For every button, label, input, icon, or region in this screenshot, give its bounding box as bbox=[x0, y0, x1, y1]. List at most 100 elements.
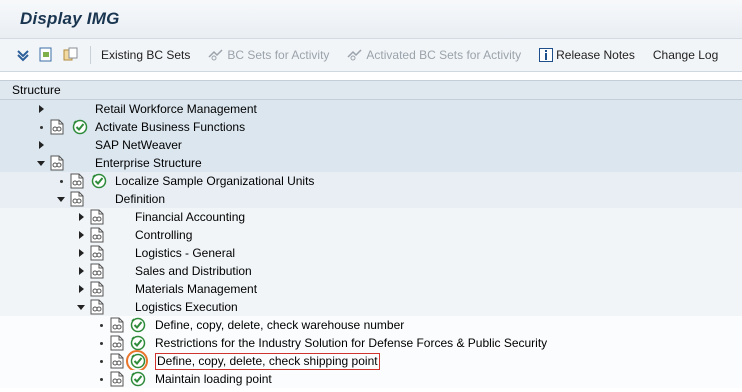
bc-sets-for-activity-button[interactable]: BC Sets for Activity bbox=[208, 48, 329, 62]
release-notes-button[interactable]: Release Notes bbox=[539, 48, 635, 62]
expand-arrow-icon[interactable] bbox=[36, 136, 46, 154]
expand-subtree-icon[interactable] bbox=[14, 46, 32, 64]
tree-node-label[interactable]: Materials Management bbox=[135, 280, 257, 298]
find-icon[interactable] bbox=[38, 46, 56, 64]
tree-node-label[interactable]: Definition bbox=[115, 190, 165, 208]
expand-arrow-icon[interactable] bbox=[36, 100, 46, 118]
tree-node[interactable]: Restrictions for the Industry Solution f… bbox=[0, 334, 742, 352]
leaf-bullet-icon bbox=[96, 352, 106, 370]
change-log-button[interactable]: Change Log bbox=[653, 48, 718, 62]
leaf-bullet-icon bbox=[36, 118, 46, 136]
tree-node[interactable]: Materials Management bbox=[0, 280, 742, 298]
tree-node[interactable]: Define, copy, delete, check warehouse nu… bbox=[0, 316, 742, 334]
bc-sets-for-activity-label: BC Sets for Activity bbox=[227, 48, 330, 62]
expand-arrow-icon[interactable] bbox=[76, 226, 86, 244]
collapse-arrow-icon[interactable] bbox=[76, 298, 86, 316]
tree-node[interactable]: Enterprise Structure bbox=[0, 154, 742, 172]
img-tree: Retail Workforce Management Activate Busi… bbox=[0, 100, 742, 388]
documentation-icon[interactable] bbox=[110, 335, 124, 351]
tree-node-label[interactable]: Sales and Distribution bbox=[135, 262, 252, 280]
leaf-bullet-icon bbox=[96, 370, 106, 388]
expand-arrow-icon[interactable] bbox=[76, 208, 86, 226]
structure-header-label: Structure bbox=[12, 83, 61, 97]
documentation-icon[interactable] bbox=[90, 299, 104, 315]
tree-node[interactable]: Logistics - General bbox=[0, 244, 742, 262]
marker-glyph bbox=[78, 267, 84, 275]
info-icon bbox=[539, 48, 554, 62]
tree-node-label[interactable]: Controlling bbox=[135, 226, 192, 244]
leaf-bullet-icon bbox=[96, 316, 106, 334]
marker-glyph bbox=[39, 125, 43, 129]
tree-node[interactable]: Retail Workforce Management bbox=[0, 100, 742, 118]
existing-bc-sets-label: Existing BC Sets bbox=[101, 48, 191, 62]
marker-glyph bbox=[38, 105, 44, 113]
spacer bbox=[0, 72, 742, 80]
tree-node[interactable]: Controlling bbox=[0, 226, 742, 244]
title-bar: Display IMG bbox=[0, 0, 742, 39]
activated-bc-sets-label: Activated BC Sets for Activity bbox=[366, 48, 522, 62]
documentation-icon[interactable] bbox=[90, 227, 104, 243]
tree-node[interactable]: SAP NetWeaver bbox=[0, 136, 742, 154]
leaf-bullet-icon bbox=[56, 172, 66, 190]
documentation-icon[interactable] bbox=[50, 119, 64, 135]
expand-arrow-icon[interactable] bbox=[76, 244, 86, 262]
documentation-icon[interactable] bbox=[90, 263, 104, 279]
tree-node-label[interactable]: Retail Workforce Management bbox=[95, 100, 257, 118]
documentation-icon[interactable] bbox=[50, 155, 64, 171]
tree-node-label[interactable]: Localize Sample Organizational Units bbox=[115, 172, 314, 190]
collapse-arrow-icon[interactable] bbox=[56, 190, 66, 208]
execute-activity-icon[interactable] bbox=[130, 335, 146, 351]
tree-node-label[interactable]: Restrictions for the Industry Solution f… bbox=[155, 334, 547, 352]
change-log-label: Change Log bbox=[652, 48, 719, 62]
documentation-icon[interactable] bbox=[70, 173, 84, 189]
documentation-icon[interactable] bbox=[90, 245, 104, 261]
tree-node[interactable]: Definition bbox=[0, 190, 742, 208]
marker-glyph bbox=[38, 141, 44, 149]
tree-node[interactable]: Maintain loading point bbox=[0, 370, 742, 388]
application-toolbar: Existing BC Sets BC Sets for Activity Ac… bbox=[0, 39, 742, 72]
documentation-icon[interactable] bbox=[110, 317, 124, 333]
bc-set-icon bbox=[347, 49, 363, 61]
marker-glyph bbox=[78, 285, 84, 293]
tree-node-label[interactable]: Logistics - General bbox=[135, 244, 235, 262]
highlight-circle bbox=[126, 350, 148, 372]
marker-glyph bbox=[99, 341, 103, 345]
page-title: Display IMG bbox=[20, 9, 120, 28]
marker-glyph bbox=[57, 196, 65, 202]
expand-arrow-icon[interactable] bbox=[76, 280, 86, 298]
tree-node-label[interactable]: Maintain loading point bbox=[155, 370, 272, 388]
tree-node-label[interactable]: Define, copy, delete, check shipping poi… bbox=[155, 353, 380, 370]
tree-node-label[interactable]: Activate Business Functions bbox=[95, 118, 245, 136]
execute-activity-icon[interactable] bbox=[91, 173, 107, 189]
tree-node[interactable]: Localize Sample Organizational Units bbox=[0, 172, 742, 190]
tree-node-label[interactable]: Financial Accounting bbox=[135, 208, 245, 226]
marker-glyph bbox=[78, 249, 84, 257]
marker-glyph bbox=[99, 359, 103, 363]
existing-bc-sets-button[interactable]: Existing BC Sets bbox=[101, 48, 190, 62]
tree-column-header: Structure bbox=[0, 80, 742, 100]
expand-arrow-icon[interactable] bbox=[76, 262, 86, 280]
documentation-icon[interactable] bbox=[90, 281, 104, 297]
documentation-icon[interactable] bbox=[110, 371, 124, 387]
copy-icon[interactable] bbox=[62, 46, 80, 64]
documentation-icon[interactable] bbox=[90, 209, 104, 225]
toolbar-separator bbox=[90, 46, 91, 64]
tree-node-label[interactable]: Logistics Execution bbox=[135, 298, 238, 316]
tree-node[interactable]: Logistics Execution bbox=[0, 298, 742, 316]
tree-node[interactable]: Define, copy, delete, check shipping poi… bbox=[0, 350, 742, 372]
release-notes-label: Release Notes bbox=[556, 48, 635, 62]
tree-node-label[interactable]: SAP NetWeaver bbox=[95, 136, 182, 154]
execute-activity-icon[interactable] bbox=[130, 371, 146, 387]
execute-activity-icon[interactable] bbox=[72, 119, 88, 135]
documentation-icon[interactable] bbox=[70, 191, 84, 207]
documentation-icon[interactable] bbox=[110, 353, 124, 369]
marker-glyph bbox=[99, 323, 103, 327]
tree-node[interactable]: Activate Business Functions bbox=[0, 118, 742, 136]
collapse-arrow-icon[interactable] bbox=[36, 154, 46, 172]
tree-node-label[interactable]: Define, copy, delete, check warehouse nu… bbox=[155, 316, 404, 334]
activated-bc-sets-button[interactable]: Activated BC Sets for Activity bbox=[347, 48, 521, 62]
tree-node[interactable]: Financial Accounting bbox=[0, 208, 742, 226]
execute-activity-icon[interactable] bbox=[130, 317, 146, 333]
tree-node-label[interactable]: Enterprise Structure bbox=[95, 154, 202, 172]
tree-node[interactable]: Sales and Distribution bbox=[0, 262, 742, 280]
